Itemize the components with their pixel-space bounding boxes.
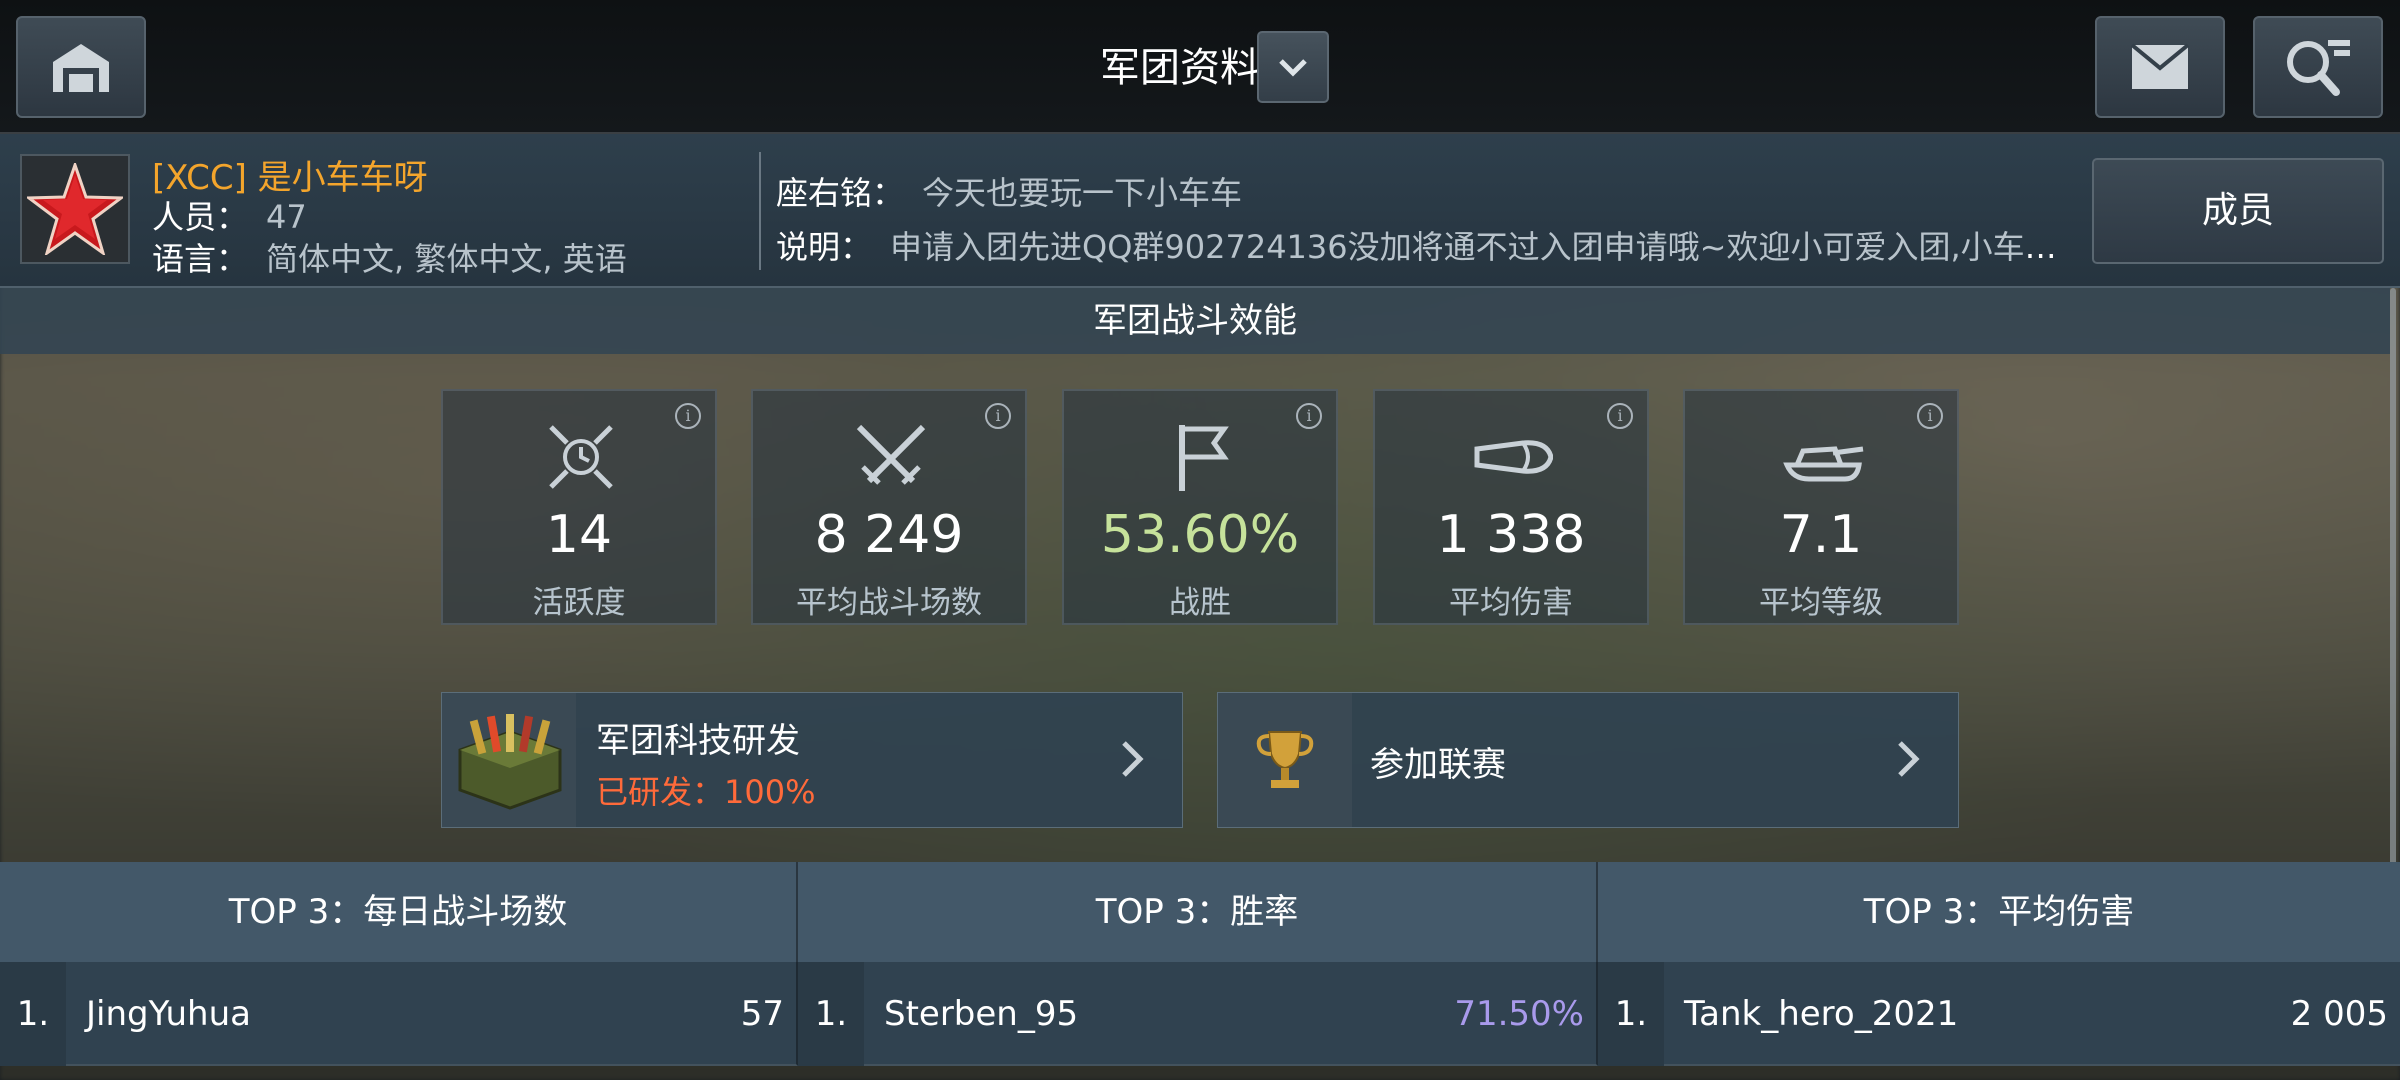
info-icon[interactable]: i — [1296, 403, 1322, 429]
info-icon[interactable]: i — [985, 403, 1011, 429]
title-dropdown-button[interactable] — [1257, 31, 1329, 103]
player-name: Tank_hero_2021 — [1684, 994, 1959, 1034]
desc-value: 申请入团先进QQ群902724136没加将通不过入团申请哦~欢迎小可爱入团,小车… — [890, 228, 2081, 266]
stat-card-avg-battles[interactable]: i 8 249 平均战斗场数 — [751, 389, 1027, 625]
rank-number: 1. — [798, 962, 864, 1066]
clan-tech-research-button[interactable]: 军团科技研发 已研发：100% — [441, 692, 1183, 828]
tech-title: 军团科技研发 — [596, 721, 800, 761]
red-star-icon — [27, 163, 123, 255]
info-icon[interactable]: i — [1917, 403, 1943, 429]
player-name: JingYuhua — [86, 994, 251, 1034]
language-label: 语言： — [152, 240, 249, 278]
stat-card-activity[interactable]: i 14 活跃度 — [441, 389, 717, 625]
divider — [759, 152, 761, 270]
motto-value: 今天也要玩一下小车车 — [922, 174, 1243, 212]
hangar-icon — [53, 44, 109, 92]
top-bar: 军团资料 — [0, 0, 2400, 134]
stat-value: 7.1 — [1779, 505, 1863, 565]
stat-value: 14 — [545, 505, 613, 565]
league-title: 参加联赛 — [1370, 745, 1506, 785]
section-title: 军团战斗效能 — [0, 288, 2390, 354]
top3-avg-damage-row[interactable]: 1. Tank_hero_2021 2 005 — [1598, 962, 2400, 1066]
stat-card-avg-tier[interactable]: i 7.1 平均等级 — [1683, 389, 1959, 625]
desc-label: 说明： — [776, 228, 873, 266]
members-value: 47 — [266, 198, 307, 236]
player-value: 2 005 — [2290, 994, 2388, 1034]
clan-motto: 座右铭： 今天也要玩一下小车车 — [776, 168, 1242, 214]
stat-card-victories[interactable]: i 53.60% 战胜 — [1062, 389, 1338, 625]
mail-icon — [2130, 43, 2190, 89]
tank-icon — [1783, 446, 1864, 482]
clan-emblem — [20, 154, 130, 264]
stat-label: 活跃度 — [532, 585, 626, 621]
stat-card-avg-damage[interactable]: i 1 338 平均伤害 — [1373, 389, 1649, 625]
search-button[interactable] — [2253, 16, 2383, 118]
supply-crate-icon — [458, 714, 562, 810]
page-title: 军团资料 — [1100, 45, 1260, 91]
player-value: 57 — [740, 994, 784, 1034]
stat-label: 战胜 — [1169, 585, 1231, 621]
hangar-button[interactable] — [16, 16, 146, 118]
chevron-right-icon — [1122, 741, 1144, 777]
stat-value: 53.60% — [1100, 505, 1300, 565]
info-icon[interactable]: i — [1607, 403, 1633, 429]
join-league-button[interactable]: 参加联赛 — [1217, 692, 1959, 828]
members-label: 人员： — [152, 198, 249, 236]
info-icon[interactable]: i — [675, 403, 701, 429]
flag-icon — [1179, 425, 1229, 491]
chevron-down-icon — [1279, 59, 1307, 77]
supply-crate-thumb — [442, 693, 576, 827]
rank-number: 1. — [0, 962, 66, 1066]
top3-winrate-row[interactable]: 1. Sterben_95 71.50% — [798, 962, 1598, 1066]
trophy-icon — [1256, 731, 1314, 788]
clan-language: 语言： 简体中文, 繁体中文, 英语 — [152, 234, 627, 280]
player-name: Sterben_95 — [884, 994, 1079, 1034]
mail-button[interactable] — [2095, 16, 2225, 118]
trophy-thumb — [1218, 693, 1352, 827]
stat-label: 平均伤害 — [1449, 585, 1573, 621]
language-value: 简体中文, 繁体中文, 英语 — [266, 240, 627, 278]
motto-label: 座右铭： — [776, 174, 905, 212]
stat-value: 8 249 — [814, 505, 964, 565]
top3-winrate-header: TOP 3：胜率 — [798, 862, 1598, 962]
chevron-right-icon — [1898, 741, 1920, 777]
shell-icon — [1474, 440, 1553, 474]
members-count: 人员： 47 — [152, 192, 307, 238]
top3-avg-damage-header: TOP 3：平均伤害 — [1598, 862, 2400, 962]
rank-number: 1. — [1598, 962, 1664, 1066]
scrollbar[interactable] — [2390, 288, 2396, 928]
activity-icon — [549, 425, 613, 489]
search-icon — [2287, 40, 2350, 96]
top3-daily-battles-header: TOP 3：每日战斗场数 — [0, 862, 798, 962]
stat-label: 平均战斗场数 — [796, 585, 982, 621]
stat-label: 平均等级 — [1759, 585, 1883, 621]
tech-progress: 已研发：100% — [596, 773, 816, 811]
player-value: 71.50% — [1454, 994, 1584, 1034]
stat-value: 1 338 — [1436, 505, 1586, 565]
top3-daily-battles-row[interactable]: 1. JingYuhua 57 — [0, 962, 798, 1066]
crossed-swords-icon — [856, 424, 926, 485]
clan-description: 说明： 申请入团先进QQ群902724136没加将通不过入团申请哦~欢迎小可爱入团… — [776, 222, 2081, 268]
members-button[interactable]: 成员 — [2092, 158, 2384, 264]
